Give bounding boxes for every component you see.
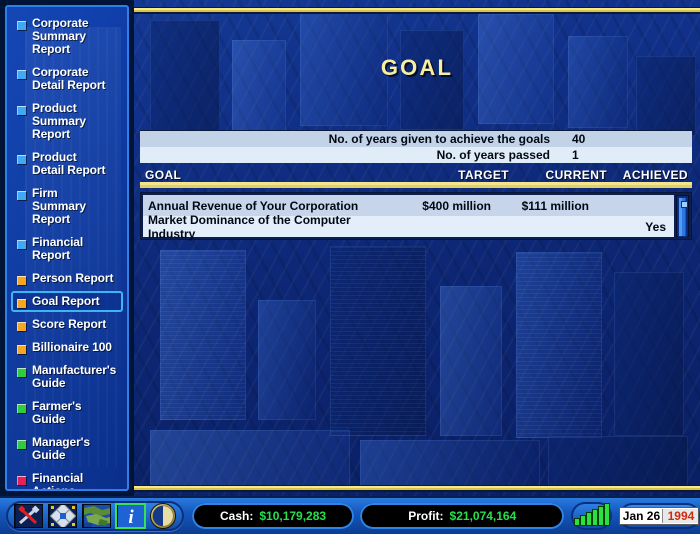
sidebar-item-label: Financial Report xyxy=(32,235,84,262)
sidebar-item-label: Financial Actions xyxy=(32,471,84,491)
map-grid-icon[interactable] xyxy=(48,504,77,528)
bullet-icon xyxy=(17,240,26,249)
bullet-icon xyxy=(17,155,26,164)
info-label: No. of years passed xyxy=(436,148,550,162)
bullet-icon xyxy=(17,404,26,413)
sidebar-item-label: Billionaire 100 xyxy=(32,340,112,354)
sidebar-item-financial-report[interactable]: Financial Report xyxy=(11,232,123,266)
date-display[interactable]: Jan 26 1994 xyxy=(618,503,700,529)
sidebar-item-farmer-s-guide[interactable]: Farmer's Guide xyxy=(11,396,123,430)
sidebar-item-product-summary-report[interactable]: Product Summary Report xyxy=(11,98,123,145)
sidebar-item-label: Firm Summary Report xyxy=(32,186,86,226)
sidebar-item-label: Goal Report xyxy=(32,294,100,308)
bullet-icon xyxy=(17,299,26,308)
bullet-icon xyxy=(17,276,26,285)
sidebar-item-label: Manager's Guide xyxy=(32,435,90,462)
date-year: 1994 xyxy=(662,509,699,523)
cash-label: Cash: xyxy=(220,509,254,523)
page-title: GOAL xyxy=(380,55,454,80)
info-icon[interactable]: i xyxy=(116,504,145,528)
sidebar-item-label: Product Summary Report xyxy=(32,101,86,141)
profit-label: Profit: xyxy=(408,509,444,523)
cell-goal: Annual Revenue of Your Corporation xyxy=(148,198,359,213)
table-row[interactable]: Market Dominance of the Computer Industr… xyxy=(143,213,674,241)
report-sidebar: Corporate Summary Report Corporate Detail… xyxy=(0,0,134,496)
scrollbar-thumb[interactable] xyxy=(678,197,688,237)
cell-current: $111 million xyxy=(521,198,589,213)
bullet-icon xyxy=(17,21,26,30)
sidebar-item-label: Farmer's Guide xyxy=(32,399,82,426)
sidebar-item-label: Product Detail Report xyxy=(32,150,106,177)
sidebar-item-label: Corporate Summary Report xyxy=(32,16,89,56)
sidebar-item-label: Score Report xyxy=(32,317,107,331)
info-value: 1 xyxy=(572,148,579,162)
toolbar-pill: i xyxy=(6,501,184,531)
goal-table-body: Annual Revenue of Your Corporation $400 m… xyxy=(140,192,692,241)
sidebar-item-corporate-summary-report[interactable]: Corporate Summary Report xyxy=(11,13,123,60)
date-month-day: Jan 26 xyxy=(622,509,661,523)
sidebar-item-label: Corporate Detail Report xyxy=(32,65,106,92)
bullet-icon xyxy=(17,70,26,79)
cell-target: $400 million xyxy=(422,198,491,213)
goal-table-scrollbar[interactable] xyxy=(676,195,689,237)
bullet-icon xyxy=(17,322,26,331)
tools-icon[interactable] xyxy=(14,504,43,528)
sidebar-item-firm-summary-report[interactable]: Firm Summary Report xyxy=(11,183,123,230)
sidebar-item-financial-actions[interactable]: Financial Actions xyxy=(11,468,123,491)
date-inner: Jan 26 1994 xyxy=(619,507,700,525)
cell-goal: Market Dominance of the Computer Industr… xyxy=(148,212,351,241)
profit-value: $21,074,164 xyxy=(449,509,517,523)
sidebar-item-score-report[interactable]: Score Report xyxy=(11,314,123,335)
sidebar-item-manager-s-guide[interactable]: Manager's Guide xyxy=(11,432,123,466)
sidebar-item-billionaire-100[interactable]: Billionaire 100 xyxy=(11,337,123,358)
goal-report-panel: GOAL No. of years given to achieve the g… xyxy=(134,0,700,496)
game-window: Corporate Summary Report Corporate Detail… xyxy=(0,0,700,534)
info-row-years-passed: No. of years passed 1 xyxy=(140,147,692,163)
bar-chart-icon[interactable] xyxy=(571,502,612,530)
cell-achieved: Yes xyxy=(645,219,666,234)
profit-display: Profit: $21,074,164 xyxy=(360,503,565,529)
sidebar-frame: Corporate Summary Report Corporate Detail… xyxy=(5,5,129,491)
info-label: No. of years given to achieve the goals xyxy=(328,132,550,146)
world-map-icon[interactable] xyxy=(82,504,111,528)
sidebar-item-corporate-detail-report[interactable]: Corporate Detail Report xyxy=(11,62,123,96)
svg-text:i: i xyxy=(128,507,134,527)
bullet-icon xyxy=(17,106,26,115)
bullet-icon xyxy=(17,191,26,200)
bullet-icon xyxy=(17,345,26,354)
scrollbar-grip-icon xyxy=(681,201,688,208)
column-header-target: TARGET xyxy=(458,168,509,182)
sidebar-item-list: Corporate Summary Report Corporate Detail… xyxy=(7,13,127,491)
sidebar-item-product-detail-report[interactable]: Product Detail Report xyxy=(11,147,123,181)
goal-table-header: GOAL TARGET CURRENT ACHIEVED xyxy=(140,168,692,185)
column-header-achieved: ACHIEVED xyxy=(622,168,688,182)
bullet-icon xyxy=(17,440,26,449)
bullet-icon xyxy=(17,476,26,485)
cash-display: Cash: $10,179,283 xyxy=(192,503,355,529)
info-value: 40 xyxy=(572,132,586,146)
clock-dial-icon[interactable] xyxy=(150,503,176,529)
sidebar-item-label: Person Report xyxy=(32,271,114,285)
column-header-current: CURRENT xyxy=(545,168,607,182)
cash-value: $10,179,283 xyxy=(259,509,327,523)
sidebar-item-manufacturer-s-guide[interactable]: Manufacturer's Guide xyxy=(11,360,123,394)
column-header-goal: GOAL xyxy=(145,168,182,182)
info-row-years-given: No. of years given to achieve the goals … xyxy=(140,131,692,147)
bullet-icon xyxy=(17,368,26,377)
status-bar: i Cash: $10,179,283 Profit: $21,074,164 xyxy=(0,496,700,534)
goal-summary-rows: No. of years given to achieve the goals … xyxy=(140,130,692,163)
sidebar-item-goal-report[interactable]: Goal Report xyxy=(11,291,123,312)
sidebar-item-person-report[interactable]: Person Report xyxy=(11,268,123,289)
goal-rows-container: Annual Revenue of Your Corporation $400 m… xyxy=(143,195,674,241)
sidebar-item-label: Manufacturer's Guide xyxy=(32,363,117,390)
